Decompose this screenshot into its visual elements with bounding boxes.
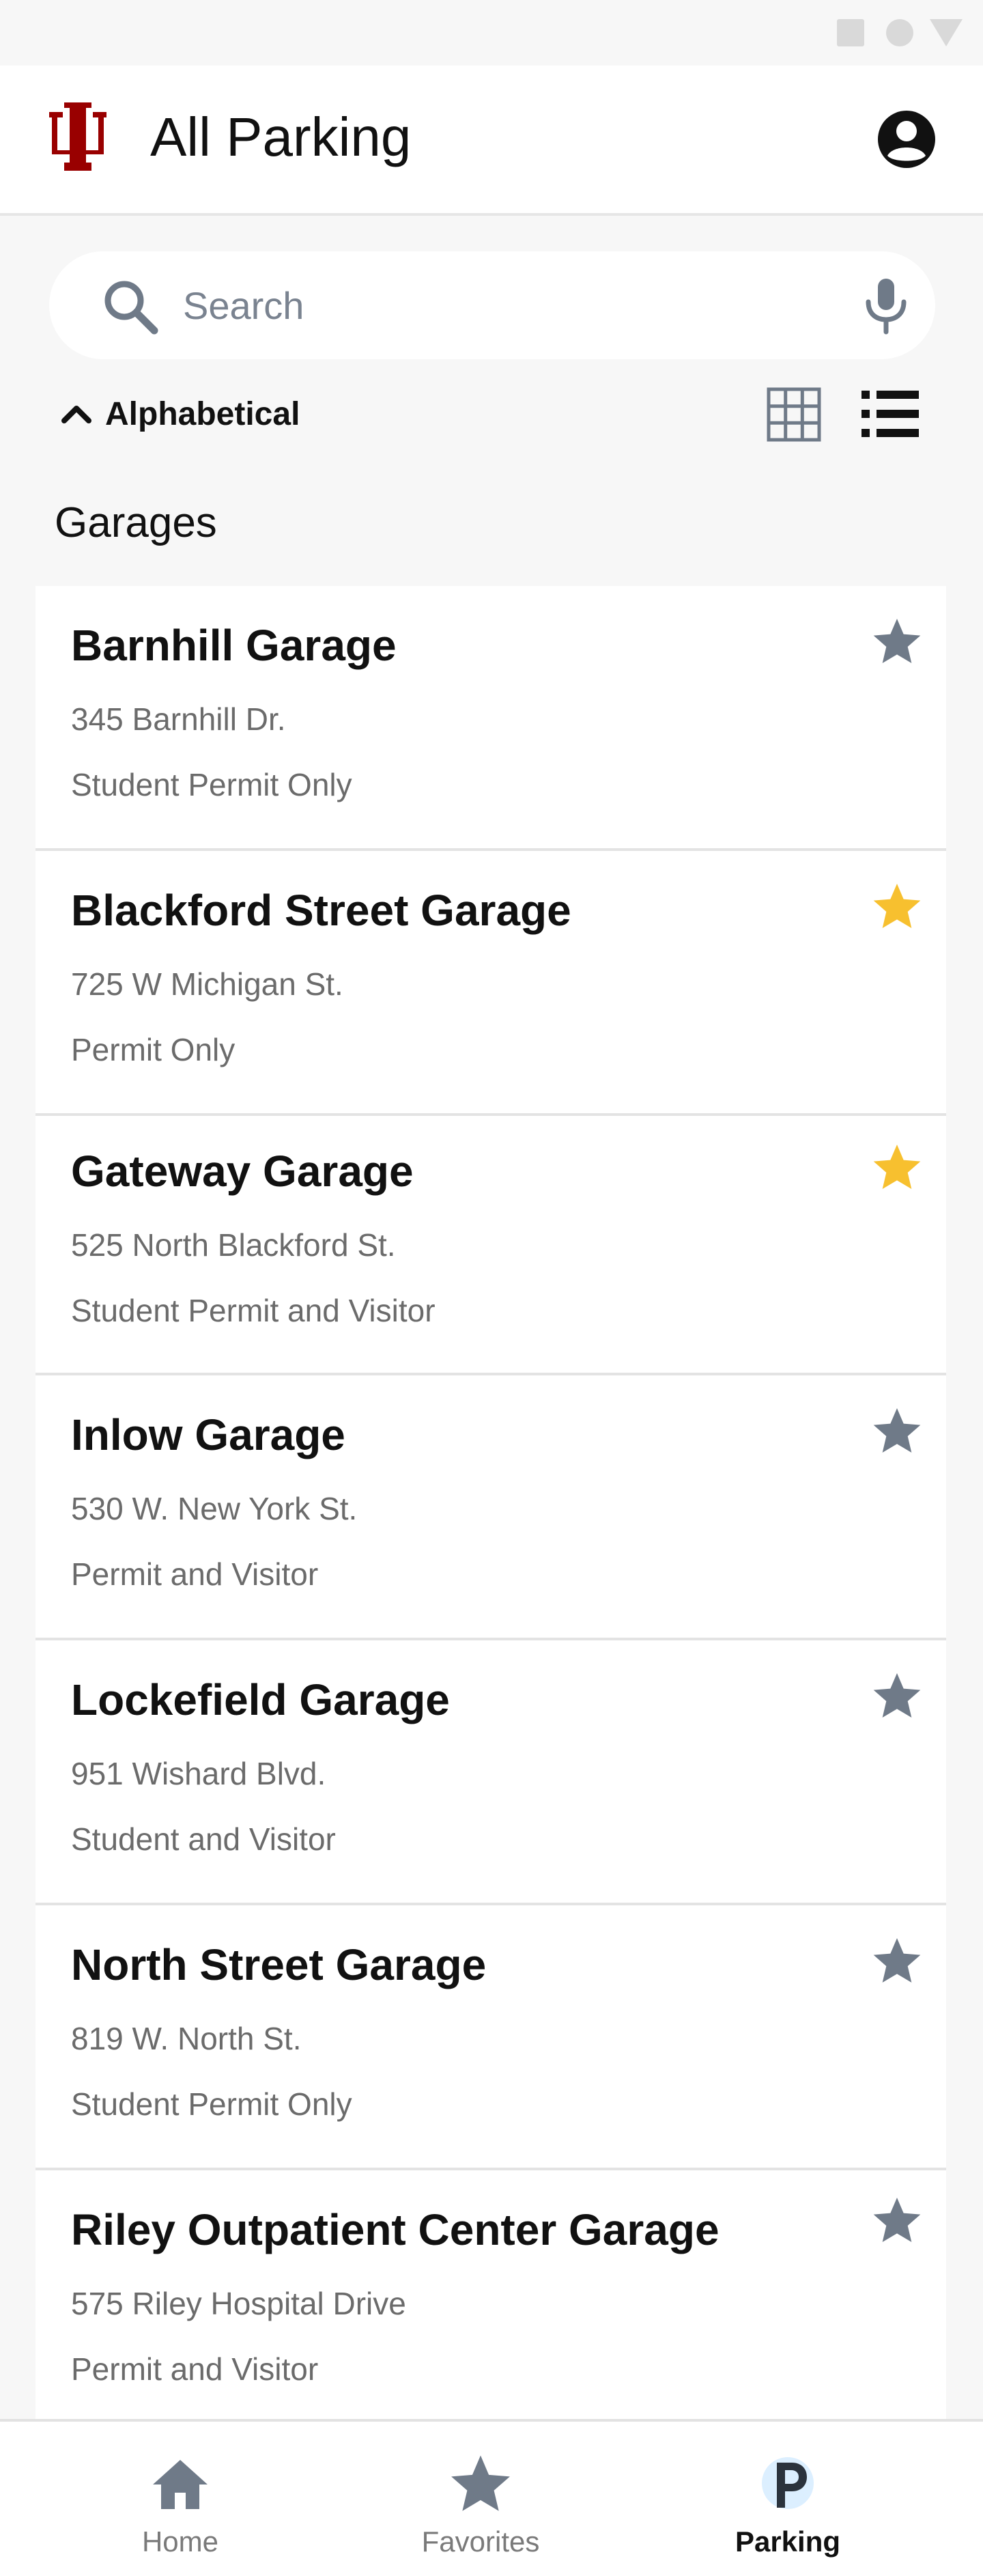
favorite-star-icon[interactable] <box>870 880 924 934</box>
parking-icon <box>762 2457 814 2509</box>
nav-item-home[interactable]: Home <box>78 2422 283 2576</box>
status-square-icon <box>837 19 864 46</box>
favorite-star-icon[interactable] <box>870 1140 924 1195</box>
garage-permit: Student Permit Only <box>71 767 352 802</box>
garage-permit: Permit and Visitor <box>71 1556 319 1592</box>
favorite-star-icon[interactable] <box>870 1669 924 1724</box>
garage-name: Lockefield Garage <box>71 1675 450 1724</box>
garage-permit: Permit Only <box>71 1032 236 1067</box>
garage-address: 819 W. North St. <box>71 2021 302 2056</box>
status-triangle-icon <box>930 19 963 46</box>
list-item[interactable]: North Street Garage 819 W. North St. Stu… <box>35 1905 946 2170</box>
list-view-icon[interactable] <box>861 389 919 438</box>
garage-permit: Student Permit Only <box>71 2086 352 2122</box>
chevron-up-icon <box>61 406 91 423</box>
garage-name: Barnhill Garage <box>71 621 397 670</box>
microphone-icon[interactable] <box>859 276 913 335</box>
garage-address: 530 W. New York St. <box>71 1491 358 1526</box>
account-icon[interactable] <box>877 109 937 169</box>
grid-view-icon[interactable] <box>766 387 822 443</box>
section-title: Garages <box>55 499 217 546</box>
bottom-nav: Home Favorites Parking <box>0 2419 983 2576</box>
home-icon <box>153 2460 208 2509</box>
garage-address: 951 Wishard Blvd. <box>71 1756 326 1791</box>
garage-name: Gateway Garage <box>71 1147 414 1196</box>
nav-label-home: Home <box>141 2525 219 2558</box>
list-item[interactable]: Barnhill Garage 345 Barnhill Dr. Student… <box>35 586 946 851</box>
page: All Parking Alphabetical <box>0 0 983 2576</box>
list-item[interactable]: Lockefield Garage 951 Wishard Blvd. Stud… <box>35 1640 946 1905</box>
nav-item-favorites[interactable]: Favorites <box>378 2422 583 2576</box>
garage-address: 525 North Blackford St. <box>71 1227 396 1263</box>
status-bar <box>0 0 983 66</box>
garage-name: Blackford Street Garage <box>71 886 571 935</box>
favorite-star-icon[interactable] <box>870 1404 924 1459</box>
garage-name: Inlow Garage <box>71 1410 345 1459</box>
list-item[interactable]: Riley Outpatient Center Garage 575 Riley… <box>35 2170 946 2435</box>
star-icon <box>451 2455 510 2511</box>
garage-name: Riley Outpatient Center Garage <box>71 2205 720 2254</box>
page-title: All Parking <box>150 107 412 167</box>
garage-permit: Permit and Visitor <box>71 2351 319 2387</box>
app-bar: All Parking <box>0 66 983 216</box>
iu-logo-icon <box>49 102 106 171</box>
list-item[interactable]: Gateway Garage 525 North Blackford St. S… <box>35 1116 946 1375</box>
garage-address: 725 W Michigan St. <box>71 966 343 1002</box>
garage-permit: Student and Visitor <box>71 1821 336 1857</box>
sort-label: Alphabetical <box>105 395 300 432</box>
search-icon <box>104 281 158 335</box>
garage-list: Barnhill Garage 345 Barnhill Dr. Student… <box>35 586 946 2435</box>
search-input[interactable] <box>183 272 797 339</box>
favorite-star-icon[interactable] <box>870 615 924 669</box>
garage-permit: Student Permit and Visitor <box>71 1293 436 1328</box>
garage-address: 575 Riley Hospital Drive <box>71 2286 406 2321</box>
garage-address: 345 Barnhill Dr. <box>71 701 286 737</box>
nav-label-favorites: Favorites <box>421 2525 540 2558</box>
list-item[interactable]: Inlow Garage 530 W. New York St. Permit … <box>35 1375 946 1640</box>
list-item[interactable]: Blackford Street Garage 725 W Michigan S… <box>35 851 946 1116</box>
nav-label-parking: Parking <box>735 2525 841 2558</box>
favorite-star-icon[interactable] <box>870 2194 924 2248</box>
garage-name: North Street Garage <box>71 1940 487 1989</box>
status-circle-icon <box>886 19 913 46</box>
favorite-star-icon[interactable] <box>870 1934 924 1989</box>
search-bar[interactable] <box>49 251 935 359</box>
sort-toggle[interactable]: Alphabetical <box>55 387 300 441</box>
nav-item-parking[interactable]: Parking <box>685 2422 890 2576</box>
